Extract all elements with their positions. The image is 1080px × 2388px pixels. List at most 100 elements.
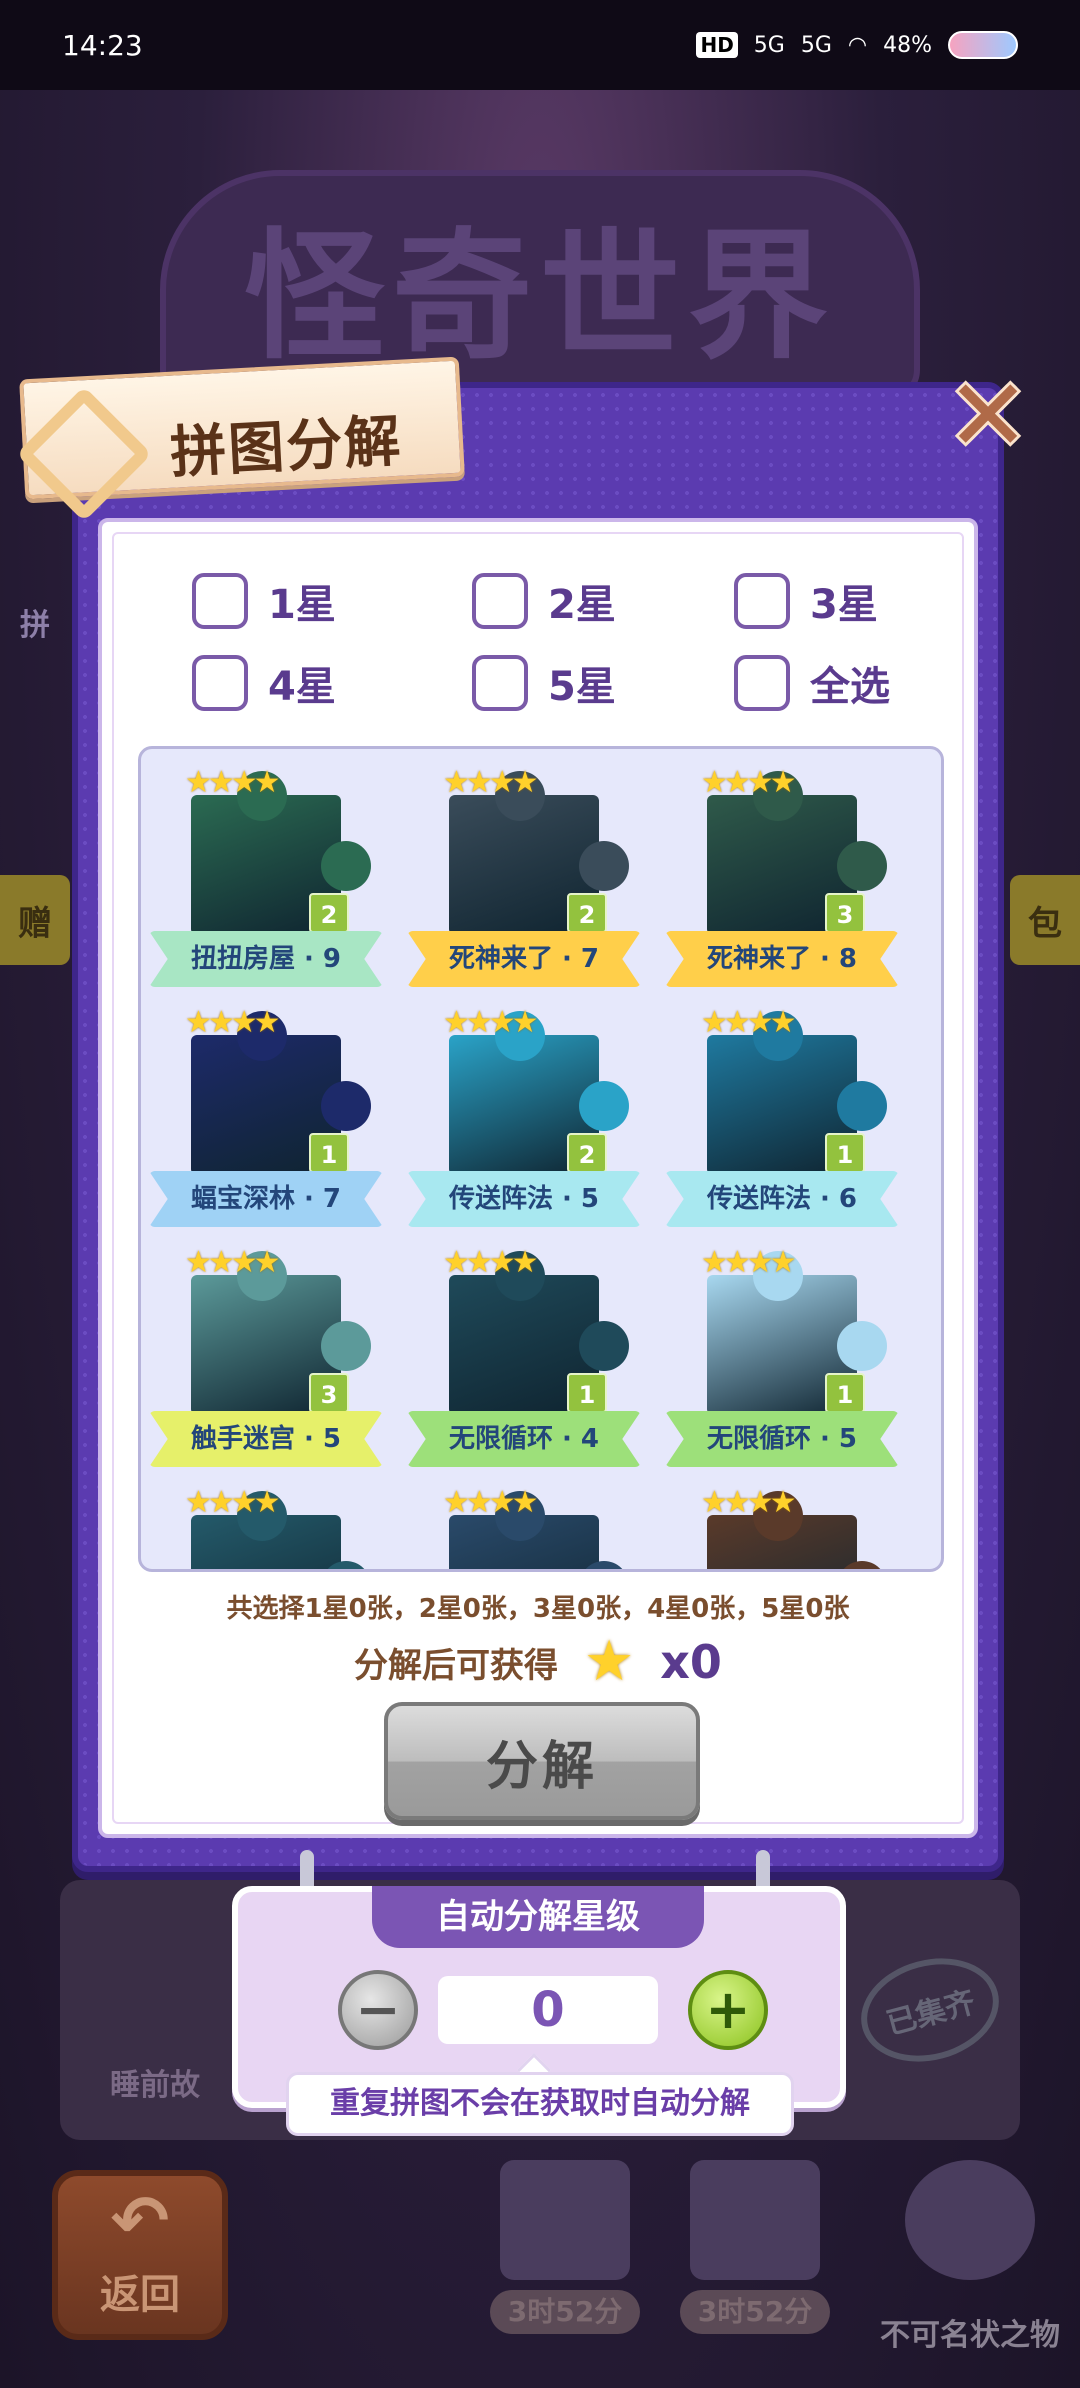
piece-label-ribbon: 蝠宝深林 · 7 [149,1171,383,1227]
puzzle-piece[interactable]: ★★★★ [141,1475,391,1569]
star-rating: ★★★★ [185,1245,281,1280]
checkbox-label: 全选 [810,664,890,710]
puzzle-piece[interactable]: ★★★★ 3 触手迷宫 · 5 [141,1235,391,1475]
back-arrow-icon: ↶ [110,2180,170,2262]
dialog-panel: 1星 2星 3星 4星 5星 全选 ★★★★ 2 扭扭房屋 · 9 ★★★★ 2 死神来了… [98,518,978,1838]
checkbox-square[interactable] [472,655,528,711]
star-rating: ★★★★ [443,1005,539,1040]
status-time: 14:23 [62,28,143,62]
background-gift-tab: 赠 [0,875,70,965]
checkbox-label: 4星 [268,664,336,710]
checkbox-label: 3星 [810,582,878,628]
reward-row: 分解后可获得 ★ x0 [102,1634,974,1690]
checkbox-1-star[interactable]: 1星 [192,572,336,630]
piece-count-badge: 1 [825,1373,865,1413]
piece-label-ribbon: 传送阵法 · 5 [407,1171,641,1227]
status-icons: HD 5G 5G ◠ 48% [696,31,1018,59]
reward-item-2[interactable]: 3时52分 [680,2160,830,2360]
background-card-label: 睡前故 [110,2068,200,2103]
star-rating: ★★★★ [443,1485,539,1520]
checkbox-square[interactable] [734,655,790,711]
minus-button[interactable]: − [338,1970,418,2050]
piece-count-badge: 2 [567,893,607,933]
puzzle-thumb [500,2160,630,2280]
reward-count: x0 [660,1635,722,1689]
checkbox-square[interactable] [734,573,790,629]
bottom-items: 3时52分 3时52分 不可名状之物 [490,2160,1070,2360]
auto-decompose-title: 自动分解星级 [372,1886,704,1948]
piece-label-ribbon: 传送阵法 · 6 [665,1171,899,1227]
selection-summary: 共选择1星0张，2星0张，3星0张，4星0张，5星0张 [226,1594,850,1624]
battery-text: 48% [883,32,932,58]
checkbox-label: 2星 [548,582,616,628]
piece-label-ribbon: 死神来了 · 8 [665,931,899,987]
background-left-label: 拼 [20,608,50,643]
checkbox-4-star[interactable]: 4星 [192,654,336,712]
timer-badge: 3时52分 [680,2290,830,2334]
star-filter-grid: 1星 2星 3星 4星 5星 全选 [192,572,912,752]
checkbox-select-all[interactable]: 全选 [734,654,890,712]
piece-label-ribbon: 死神来了 · 7 [407,931,641,987]
piece-count-badge: 1 [825,1133,865,1173]
puzzle-piece[interactable]: ★★★★ 1 无限循环 · 4 [399,1235,649,1475]
wifi-icon: ◠ [847,32,868,58]
star-rating: ★★★★ [185,1005,281,1040]
puzzle-piece[interactable]: ★★★★ 2 传送阵法 · 5 [399,995,649,1235]
checkbox-square[interactable] [192,655,248,711]
back-label: 返回 [100,2272,180,2318]
decompose-button[interactable]: 分解 [384,1702,700,1820]
piece-count-badge: 2 [567,1133,607,1173]
piece-label-ribbon: 无限循环 · 5 [665,1411,899,1467]
piece-count-badge: 2 [309,893,349,933]
ghost-label: 不可名状之物 [880,2318,1060,2353]
ghost-icon [905,2160,1035,2280]
piece-count-badge: 1 [309,1133,349,1173]
piece-label-ribbon: 触手迷宫 · 5 [149,1411,383,1467]
reward-label: 分解后可获得 [354,1645,559,1686]
star-rating: ★★★★ [443,765,539,800]
puzzle-piece[interactable]: ★★★★ [657,1475,907,1569]
piece-label-ribbon: 无限循环 · 4 [407,1411,641,1467]
plus-button[interactable]: + [688,1970,768,2050]
checkbox-5-star[interactable]: 5星 [472,654,616,712]
signal-icon: 5G [753,32,785,58]
star-rating: ★★★★ [701,1485,797,1520]
piece-count-badge: 3 [825,893,865,933]
star-rating: ★★★★ [701,765,797,800]
hd-icon: HD [696,32,738,58]
puzzle-piece[interactable]: ★★★★ 3 死神来了 · 8 [657,755,907,995]
star-rating: ★★★★ [185,765,281,800]
back-button[interactable]: ↶ 返回 [52,2170,228,2340]
checkbox-label: 1星 [268,582,336,628]
auto-decompose-note: 重复拼图不会在获取时自动分解 [286,2072,794,2136]
status-bar: 14:23 HD 5G 5G ◠ 48% [0,0,1080,90]
star-level-value: 0 [438,1976,658,2044]
star-rating: ★★★★ [701,1245,797,1280]
piece-count-badge: 3 [309,1373,349,1413]
puzzle-piece[interactable]: ★★★★ 2 扭扭房屋 · 9 [141,755,391,995]
star-rating: ★★★★ [443,1245,539,1280]
ghost-item[interactable]: 不可名状之物 [870,2160,1070,2360]
checkbox-2-star[interactable]: 2星 [472,572,616,630]
puzzle-list[interactable]: ★★★★ 2 扭扭房屋 · 9 ★★★★ 2 死神来了 · 7 ★★★★ 3 死神来了 · 8 ★… [138,746,944,1572]
puzzle-piece[interactable]: ★★★★ [399,1475,649,1569]
puzzle-piece[interactable]: ★★★★ 1 无限循环 · 5 [657,1235,907,1475]
star-level-stepper: − 0 + [338,1970,768,2050]
mystery-card-icon [690,2160,820,2280]
star-rating: ★★★★ [701,1005,797,1040]
battery-icon [948,31,1018,59]
close-icon[interactable]: ✕ [944,366,1032,466]
star-icon: ★ [584,1629,635,1694]
reward-item-1[interactable]: 3时52分 [490,2160,640,2360]
puzzle-piece[interactable]: ★★★★ 1 蝠宝深林 · 7 [141,995,391,1235]
checkbox-square[interactable] [192,573,248,629]
timer-badge: 3时52分 [490,2290,640,2334]
checkbox-3-star[interactable]: 3星 [734,572,878,630]
dialog-title: 拼图分解 [168,408,404,487]
puzzle-piece[interactable]: ★★★★ 2 死神来了 · 7 [399,755,649,995]
background-pack-tab: 包 [1010,875,1080,965]
puzzle-piece[interactable]: ★★★★ 1 传送阵法 · 6 [657,995,907,1235]
checkbox-square[interactable] [472,573,528,629]
piece-count-badge: 1 [567,1373,607,1413]
star-rating: ★★★★ [185,1485,281,1520]
